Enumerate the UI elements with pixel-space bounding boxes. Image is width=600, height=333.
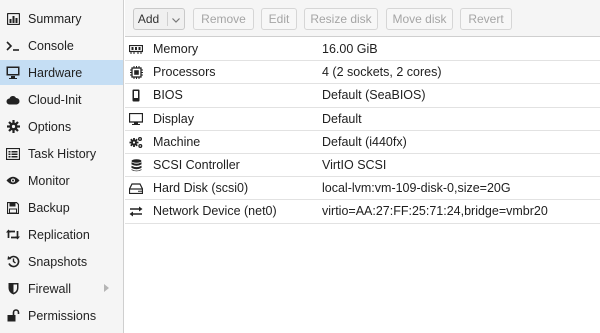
memory-icon	[129, 43, 143, 56]
row-key: BIOS	[153, 88, 183, 103]
table-row[interactable]: Network Device (net0) virtio=AA:27:FF:25…	[125, 200, 600, 224]
exchange-icon	[129, 205, 143, 218]
move-disk-button[interactable]: Move disk	[386, 8, 453, 30]
row-key: Processors	[153, 65, 216, 80]
list-icon	[6, 147, 20, 161]
sidebar-item-hardware[interactable]: Hardware	[0, 60, 123, 85]
table-row[interactable]: SCSI Controller VirtIO SCSI	[125, 154, 600, 178]
sidebar: Summary Console Hardware Cloud-Init Opti…	[0, 0, 124, 333]
edit-button[interactable]: Edit	[261, 8, 297, 30]
sidebar-item-label: Monitor	[28, 173, 70, 188]
sidebar-item-label: Cloud-Init	[28, 92, 82, 107]
row-value: 16.00 GiB	[322, 42, 378, 57]
sidebar-item-label: Task History	[28, 146, 97, 161]
table-row[interactable]: Machine Default (i440fx)	[125, 131, 600, 154]
sidebar-item-label: Console	[28, 38, 74, 53]
history-icon	[6, 255, 20, 269]
row-value: 4 (2 sockets, 2 cores)	[322, 65, 442, 80]
row-key: SCSI Controller	[153, 158, 240, 173]
sidebar-item-label: Permissions	[28, 308, 97, 323]
row-value: Default (i440fx)	[322, 134, 407, 149]
resize-disk-button[interactable]: Resize disk	[304, 8, 378, 30]
remove-button[interactable]: Remove	[193, 8, 254, 30]
summary-icon	[6, 12, 20, 26]
sidebar-item-label: Hardware	[28, 65, 83, 80]
sidebar-item-label: Replication	[28, 227, 90, 242]
row-value: Default	[322, 111, 362, 126]
row-key: Hard Disk (scsi0)	[153, 181, 249, 196]
sidebar-item-snapshots[interactable]: Snapshots	[0, 249, 123, 274]
sidebar-item-monitor[interactable]: Monitor	[0, 168, 123, 193]
cpu-icon	[129, 66, 143, 80]
sidebar-item-label: Summary	[28, 11, 82, 26]
move-disk-button-label: Move disk	[392, 12, 447, 26]
table-row[interactable]: Display Default	[125, 108, 600, 131]
row-value: virtio=AA:27:FF:25:71:24,bridge=vmbr20	[322, 204, 548, 219]
sidebar-item-cloud-init[interactable]: Cloud-Init	[0, 87, 123, 112]
monitor-icon	[6, 66, 20, 80]
chevron-down-icon	[172, 12, 181, 26]
remove-button-label: Remove	[201, 12, 246, 26]
sidebar-item-backup[interactable]: Backup	[0, 195, 123, 220]
row-key: Display	[153, 111, 194, 126]
resize-disk-button-label: Resize disk	[310, 12, 372, 26]
sidebar-item-firewall[interactable]: Firewall	[0, 276, 123, 301]
button-separator	[167, 12, 169, 26]
bios-icon	[129, 89, 143, 102]
shield-icon	[6, 282, 20, 296]
sidebar-item-console[interactable]: Console	[0, 33, 123, 58]
sidebar-item-task-history[interactable]: Task History	[0, 141, 123, 166]
hardware-grid: Memory 16.00 GiB Processors 4 (2 sockets…	[125, 38, 600, 224]
row-value: local-lvm:vm-109-disk-0,size=20G	[322, 181, 511, 196]
sidebar-item-permissions[interactable]: Permissions	[0, 303, 123, 328]
edit-button-label: Edit	[268, 12, 290, 26]
database-icon	[129, 159, 143, 172]
table-row[interactable]: Memory 16.00 GiB	[125, 38, 600, 62]
display-icon	[129, 113, 143, 126]
eye-icon	[6, 174, 20, 188]
sidebar-item-label: Backup	[28, 200, 70, 215]
sidebar-item-replication[interactable]: Replication	[0, 222, 123, 247]
sidebar-item-options[interactable]: Options	[0, 114, 123, 139]
row-value: VirtIO SCSI	[322, 158, 387, 173]
row-key: Machine	[153, 134, 201, 149]
sidebar-item-label: Snapshots	[28, 254, 88, 269]
cloud-icon	[6, 93, 20, 107]
revert-button[interactable]: Revert	[460, 8, 512, 30]
cogs-icon	[129, 136, 143, 149]
sidebar-item-label: Options	[28, 119, 72, 134]
row-key: Memory	[153, 42, 199, 57]
add-button-label: Add	[137, 12, 160, 26]
hdd-icon	[129, 182, 143, 195]
retweet-icon	[6, 228, 20, 242]
console-icon	[6, 39, 20, 53]
table-row[interactable]: Processors 4 (2 sockets, 2 cores)	[125, 61, 600, 85]
table-row[interactable]: Hard Disk (scsi0) local-lvm:vm-109-disk-…	[125, 177, 600, 201]
floppy-icon	[6, 201, 20, 215]
sidebar-item-summary[interactable]: Summary	[0, 6, 123, 31]
unlock-icon	[6, 309, 20, 323]
add-button[interactable]: Add	[133, 8, 185, 30]
submenu-arrow-icon	[104, 284, 109, 292]
gear-icon	[6, 120, 20, 134]
row-value: Default (SeaBIOS)	[322, 88, 426, 103]
sidebar-item-label: Firewall	[28, 281, 72, 296]
row-key: Network Device (net0)	[153, 204, 277, 219]
toolbar: Add Remove Edit Resize disk Move disk Re…	[125, 0, 600, 37]
revert-button-label: Revert	[468, 12, 504, 26]
table-row[interactable]: BIOS Default (SeaBIOS)	[125, 84, 600, 108]
